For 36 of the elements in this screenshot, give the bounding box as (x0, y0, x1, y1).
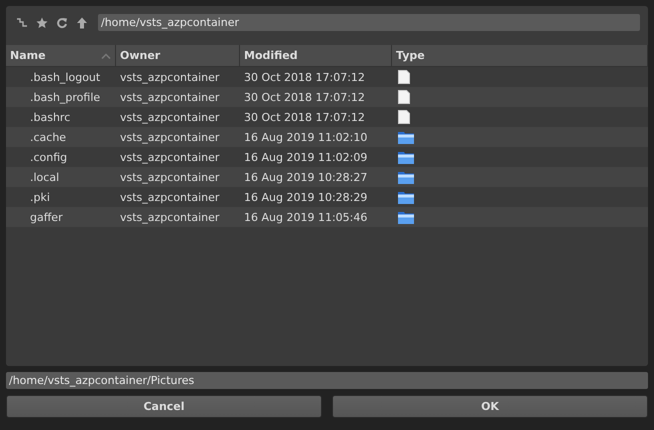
table-cell-text: vsts_azpcontainer (119, 170, 220, 186)
table-cell[interactable]: .bash_profile (6, 87, 116, 107)
table-cell-text: 16 Aug 2019 10:28:27 (243, 170, 368, 186)
table-cell-text: 16 Aug 2019 10:28:29 (243, 190, 368, 206)
table-cell-text: vsts_azpcontainer (119, 190, 220, 206)
table-cell[interactable]: gaffer (6, 207, 116, 227)
path-field[interactable]: /home/vsts_azpcontainer (98, 14, 640, 31)
up-arrow-icon[interactable] (76, 16, 88, 28)
table-cell[interactable]: .pki (6, 187, 116, 207)
table-cell-text: vsts_azpcontainer (119, 130, 220, 146)
table-cell-text: 30 Oct 2018 17:07:12 (243, 90, 366, 106)
table-cell-text: 16 Aug 2019 11:02:09 (243, 150, 368, 166)
table-cell-text: vsts_azpcontainer (119, 110, 220, 126)
table-cell-text: vsts_azpcontainer (119, 210, 220, 226)
refresh-icon[interactable] (56, 16, 68, 28)
table-cell-text: 30 Oct 2018 17:07:12 (243, 70, 366, 86)
branch-icon[interactable] (16, 16, 28, 28)
table-cell-text: vsts_azpcontainer (119, 150, 220, 166)
column-header[interactable]: Owner (116, 45, 240, 66)
table-cell-text: 16 Aug 2019 11:05:46 (243, 210, 368, 226)
table-cell-text: 30 Oct 2018 17:07:12 (243, 110, 366, 126)
table-cell[interactable]: .config (6, 147, 116, 167)
column-header[interactable]: Modified (240, 45, 392, 66)
table-cell-text: 16 Aug 2019 11:02:10 (243, 130, 368, 146)
table-cell[interactable]: .bashrc (6, 107, 116, 127)
file-path-field[interactable]: /home/vsts_azpcontainer/Pictures (6, 372, 648, 389)
dialog-button[interactable]: OK (332, 395, 648, 418)
table-cell-text: vsts_azpcontainer (119, 90, 220, 106)
table-cell-text: vsts_azpcontainer (119, 70, 220, 86)
table-cell[interactable]: .bash_logout (6, 67, 116, 87)
star-icon[interactable] (36, 16, 48, 28)
table-cell[interactable]: .local (6, 167, 116, 187)
dialog-button[interactable]: Cancel (6, 395, 322, 418)
column-header[interactable]: Name (6, 45, 116, 66)
column-header[interactable]: Type (392, 45, 648, 66)
table-cell[interactable]: .cache (6, 127, 116, 147)
